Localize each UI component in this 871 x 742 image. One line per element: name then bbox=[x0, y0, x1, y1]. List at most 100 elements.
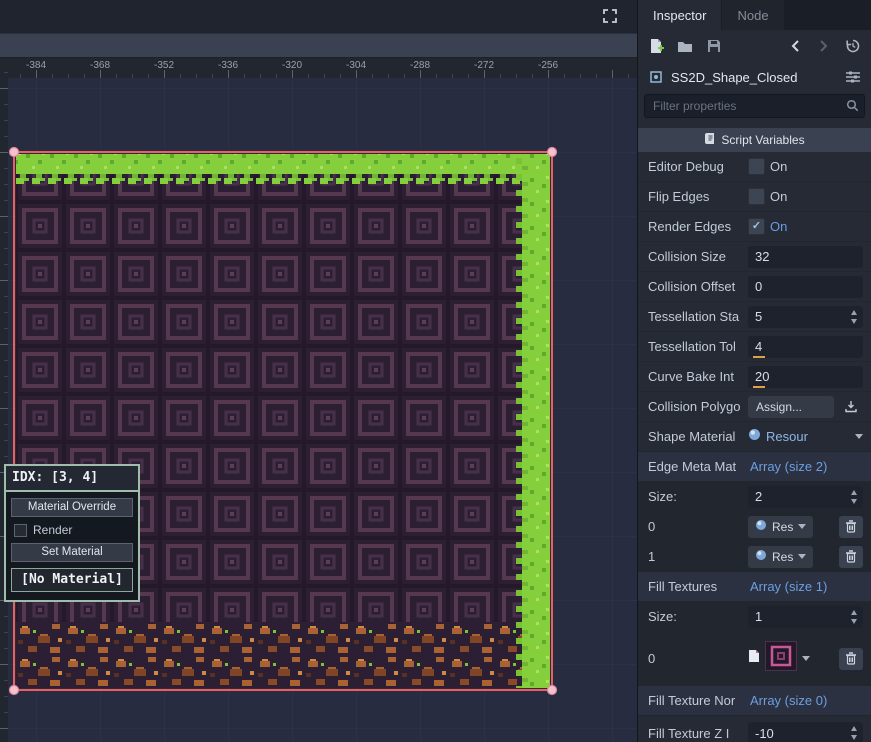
prop-row-curve-bake-interval: Curve Bake Int 20 bbox=[638, 362, 871, 392]
godot-editor: -384 -368 -352 -336 -320 -304 -288 -272 … bbox=[0, 0, 871, 742]
flip-edges-checkbox[interactable] bbox=[748, 188, 765, 205]
section-script-variables[interactable]: Script Variables bbox=[638, 128, 871, 152]
prop-label: Tessellation Sta bbox=[648, 309, 748, 324]
corner-handle[interactable] bbox=[548, 148, 557, 157]
assign-label: Assign... bbox=[756, 400, 802, 414]
spinner-icon[interactable] bbox=[849, 725, 860, 741]
load-resource-folder-icon[interactable] bbox=[676, 37, 694, 55]
prop-label: Flip Edges bbox=[648, 189, 748, 204]
field-value: 20 bbox=[755, 369, 769, 384]
filter-properties-input[interactable] bbox=[644, 94, 865, 118]
bool-value: On bbox=[770, 219, 787, 234]
tilemap-shape[interactable] bbox=[16, 154, 550, 688]
tessellation-stages-field[interactable]: 5 bbox=[748, 306, 863, 328]
corner-handle[interactable] bbox=[10, 148, 19, 157]
prop-row-fill-textures: Fill Textures Array (size 1) bbox=[638, 572, 871, 602]
render-label: Render bbox=[33, 523, 72, 537]
render-edges-checkbox[interactable] bbox=[748, 218, 765, 235]
resource-history-icon[interactable] bbox=[844, 37, 862, 55]
filter-bar bbox=[638, 92, 871, 122]
ruler-label: -272 bbox=[474, 60, 494, 71]
shape-material-value[interactable]: Resour bbox=[766, 429, 808, 444]
history-back-icon[interactable] bbox=[786, 37, 804, 55]
popup-idx-title: IDX: [3, 4] bbox=[6, 466, 138, 492]
ruler-label: -256 bbox=[538, 60, 558, 71]
brick-fill bbox=[16, 154, 550, 688]
corner-handle[interactable] bbox=[548, 686, 557, 695]
bool-value: On bbox=[770, 159, 787, 174]
chevron-down-icon[interactable] bbox=[855, 434, 863, 439]
assign-node-icon[interactable] bbox=[839, 396, 863, 418]
resource-sphere-icon bbox=[755, 519, 767, 534]
spinner-icon[interactable] bbox=[849, 609, 860, 625]
fill-texture-z-field[interactable]: -10 bbox=[748, 722, 863, 742]
render-checkbox[interactable] bbox=[14, 524, 27, 537]
prop-label: Size: bbox=[648, 489, 748, 504]
tab-inspector[interactable]: Inspector bbox=[638, 0, 721, 30]
delete-item-button[interactable] bbox=[839, 648, 863, 670]
texture-preview-thumbnail[interactable] bbox=[765, 641, 797, 676]
no-material-label: [No Material] bbox=[11, 568, 133, 592]
grass-top-jagged bbox=[16, 174, 550, 184]
section-title: Script Variables bbox=[721, 133, 804, 147]
prop-label: Collision Polygo bbox=[648, 399, 748, 414]
inspector-tab-bar: Inspector Node bbox=[638, 0, 871, 30]
prop-row-fill-texture-item-0: 0 bbox=[638, 632, 871, 686]
script-icon bbox=[704, 132, 715, 148]
spinner-icon[interactable] bbox=[849, 489, 860, 505]
prop-label: 1 bbox=[648, 549, 748, 564]
prop-label: Curve Bake Int bbox=[648, 369, 748, 384]
assign-button[interactable]: Assign... bbox=[748, 396, 834, 418]
set-material-button[interactable]: Set Material bbox=[11, 543, 133, 562]
render-check-row[interactable]: Render bbox=[11, 523, 133, 537]
field-value: 5 bbox=[755, 309, 762, 324]
prop-label: Edge Meta Mat bbox=[648, 459, 748, 474]
prop-row-fill-texture-normals: Fill Texture Nor Array (size 0) bbox=[638, 686, 871, 716]
history-forward-icon[interactable] bbox=[815, 37, 833, 55]
field-value: -10 bbox=[755, 726, 774, 741]
bool-value: On bbox=[770, 189, 787, 204]
prop-label: Render Edges bbox=[648, 219, 748, 234]
ruler-label: -352 bbox=[154, 60, 174, 71]
prop-row-tessellation-stages: Tessellation Sta 5 bbox=[638, 302, 871, 332]
grass-top-edge bbox=[16, 154, 550, 174]
spinner-icon[interactable] bbox=[849, 309, 860, 325]
prop-row-edge-meta-materials: Edge Meta Mat Array (size 2) bbox=[638, 452, 871, 482]
prop-label: Editor Debug bbox=[648, 159, 748, 174]
fill-textures-size-field[interactable]: 1 bbox=[748, 606, 863, 628]
prop-row-collision-offset: Collision Offset 0 bbox=[638, 272, 871, 302]
editor-debug-checkbox[interactable] bbox=[748, 158, 765, 175]
grass-right-jagged bbox=[516, 154, 528, 688]
collision-offset-field[interactable]: 0 bbox=[748, 276, 863, 298]
fill-textures-array-link[interactable]: Array (size 1) bbox=[748, 579, 827, 594]
save-resource-icon[interactable] bbox=[705, 37, 723, 55]
edge-meta-array-link[interactable]: Array (size 2) bbox=[748, 459, 827, 474]
edge-meta-size-field[interactable]: 2 bbox=[748, 486, 863, 508]
material-override-header[interactable]: Material Override bbox=[11, 498, 133, 517]
fill-texture-normals-array-link[interactable]: Array (size 0) bbox=[748, 693, 827, 708]
delete-item-button[interactable] bbox=[839, 516, 863, 538]
canvas-2d[interactable] bbox=[0, 78, 637, 742]
tab-node[interactable]: Node bbox=[722, 0, 783, 30]
edge-meta-item-1-resource[interactable]: Res bbox=[748, 546, 813, 568]
chevron-down-icon[interactable] bbox=[802, 656, 810, 661]
curve-bake-interval-field[interactable]: 20 bbox=[748, 366, 863, 388]
tessellation-tolerance-field[interactable]: 4 bbox=[748, 336, 863, 358]
chevron-down-icon bbox=[798, 554, 806, 559]
inspector-toolbar bbox=[638, 30, 871, 62]
fullscreen-icon[interactable] bbox=[601, 7, 619, 25]
prop-row-edge-meta-item-1: 1 Res bbox=[638, 542, 871, 572]
new-resource-icon[interactable] bbox=[647, 37, 665, 55]
ruler-label: -320 bbox=[282, 60, 302, 71]
corner-handle[interactable] bbox=[10, 686, 19, 695]
edited-resource-row[interactable]: SS2D_Shape_Closed bbox=[638, 62, 871, 92]
prop-label: Collision Size bbox=[648, 249, 748, 264]
edge-meta-item-0-resource[interactable]: Res bbox=[748, 516, 813, 538]
collision-size-field[interactable]: 32 bbox=[748, 246, 863, 268]
grass-right-edge bbox=[528, 154, 550, 688]
extra-tools-icon[interactable] bbox=[844, 68, 862, 86]
resource-sphere-icon bbox=[755, 549, 767, 564]
resource-name: SS2D_Shape_Closed bbox=[671, 70, 838, 85]
delete-item-button[interactable] bbox=[839, 546, 863, 568]
field-value: 32 bbox=[755, 249, 769, 264]
